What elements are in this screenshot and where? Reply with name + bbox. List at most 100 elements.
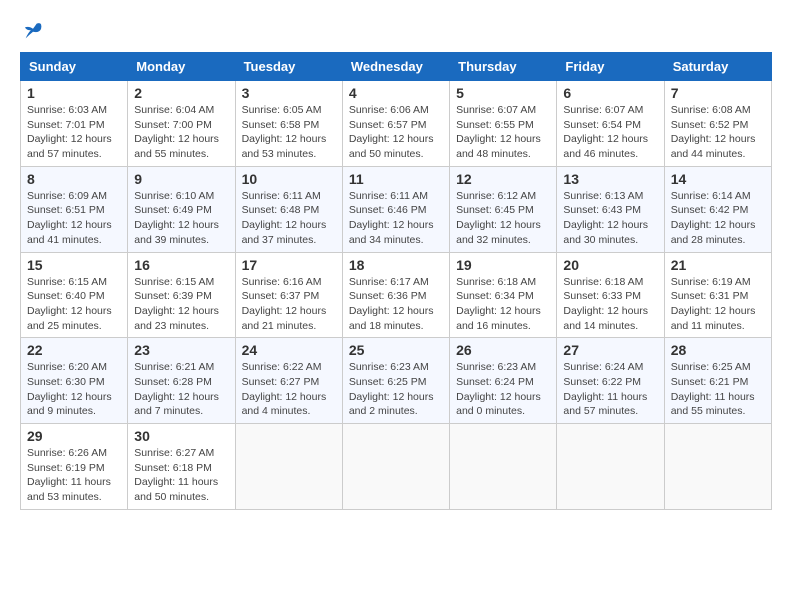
sunset-text: Sunset: 6:34 PM xyxy=(456,290,534,302)
day-header-thursday: Thursday xyxy=(450,53,557,81)
sunrise-text: Sunrise: 6:06 AM xyxy=(349,104,429,116)
sunset-text: Sunset: 6:39 PM xyxy=(134,290,212,302)
calendar-week-row: 29 Sunrise: 6:26 AM Sunset: 6:19 PM Dayl… xyxy=(21,424,772,510)
day-number: 22 xyxy=(27,342,121,358)
day-number: 6 xyxy=(563,85,657,101)
day-info: Sunrise: 6:25 AM Sunset: 6:21 PM Dayligh… xyxy=(671,360,765,419)
calendar-cell: 15 Sunrise: 6:15 AM Sunset: 6:40 PM Dayl… xyxy=(21,252,128,338)
sunset-text: Sunset: 7:01 PM xyxy=(27,119,105,131)
sunrise-text: Sunrise: 6:11 AM xyxy=(242,190,321,202)
calendar-body: 1 Sunrise: 6:03 AM Sunset: 7:01 PM Dayli… xyxy=(21,81,772,510)
calendar-cell: 7 Sunrise: 6:08 AM Sunset: 6:52 PM Dayli… xyxy=(664,81,771,167)
day-info: Sunrise: 6:24 AM Sunset: 6:22 PM Dayligh… xyxy=(563,360,657,419)
day-info: Sunrise: 6:15 AM Sunset: 6:40 PM Dayligh… xyxy=(27,275,121,334)
sunrise-text: Sunrise: 6:24 AM xyxy=(563,361,643,373)
calendar-header-row: SundayMondayTuesdayWednesdayThursdayFrid… xyxy=(21,53,772,81)
sunrise-text: Sunrise: 6:07 AM xyxy=(456,104,536,116)
daylight-text: Daylight: 12 hours and 11 minutes. xyxy=(671,305,756,332)
daylight-text: Daylight: 12 hours and 30 minutes. xyxy=(563,219,648,246)
daylight-text: Daylight: 12 hours and 21 minutes. xyxy=(242,305,327,332)
sunrise-text: Sunrise: 6:15 AM xyxy=(27,276,107,288)
daylight-text: Daylight: 12 hours and 0 minutes. xyxy=(456,391,541,418)
daylight-text: Daylight: 11 hours and 55 minutes. xyxy=(671,391,755,418)
sunrise-text: Sunrise: 6:22 AM xyxy=(242,361,322,373)
calendar-cell: 27 Sunrise: 6:24 AM Sunset: 6:22 PM Dayl… xyxy=(557,338,664,424)
sunset-text: Sunset: 6:48 PM xyxy=(242,204,320,216)
day-number: 11 xyxy=(349,171,443,187)
day-number: 4 xyxy=(349,85,443,101)
sunset-text: Sunset: 6:37 PM xyxy=(242,290,320,302)
sunset-text: Sunset: 6:19 PM xyxy=(27,462,105,474)
calendar-cell xyxy=(664,424,771,510)
day-info: Sunrise: 6:05 AM Sunset: 6:58 PM Dayligh… xyxy=(242,103,336,162)
calendar-cell: 19 Sunrise: 6:18 AM Sunset: 6:34 PM Dayl… xyxy=(450,252,557,338)
calendar-cell: 29 Sunrise: 6:26 AM Sunset: 6:19 PM Dayl… xyxy=(21,424,128,510)
sunrise-text: Sunrise: 6:12 AM xyxy=(456,190,536,202)
daylight-text: Daylight: 12 hours and 9 minutes. xyxy=(27,391,112,418)
day-info: Sunrise: 6:13 AM Sunset: 6:43 PM Dayligh… xyxy=(563,189,657,248)
sunset-text: Sunset: 6:46 PM xyxy=(349,204,427,216)
sunrise-text: Sunrise: 6:16 AM xyxy=(242,276,322,288)
sunset-text: Sunset: 6:36 PM xyxy=(349,290,427,302)
day-info: Sunrise: 6:12 AM Sunset: 6:45 PM Dayligh… xyxy=(456,189,550,248)
calendar-cell: 10 Sunrise: 6:11 AM Sunset: 6:48 PM Dayl… xyxy=(235,166,342,252)
day-info: Sunrise: 6:06 AM Sunset: 6:57 PM Dayligh… xyxy=(349,103,443,162)
sunrise-text: Sunrise: 6:10 AM xyxy=(134,190,214,202)
page-header xyxy=(20,20,772,42)
sunrise-text: Sunrise: 6:04 AM xyxy=(134,104,214,116)
sunrise-text: Sunrise: 6:15 AM xyxy=(134,276,214,288)
sunset-text: Sunset: 6:51 PM xyxy=(27,204,105,216)
calendar-cell: 25 Sunrise: 6:23 AM Sunset: 6:25 PM Dayl… xyxy=(342,338,449,424)
day-number: 10 xyxy=(242,171,336,187)
sunset-text: Sunset: 6:43 PM xyxy=(563,204,641,216)
sunset-text: Sunset: 6:52 PM xyxy=(671,119,749,131)
sunset-text: Sunset: 6:40 PM xyxy=(27,290,105,302)
daylight-text: Daylight: 12 hours and 18 minutes. xyxy=(349,305,434,332)
day-info: Sunrise: 6:08 AM Sunset: 6:52 PM Dayligh… xyxy=(671,103,765,162)
sunset-text: Sunset: 6:31 PM xyxy=(671,290,749,302)
day-header-wednesday: Wednesday xyxy=(342,53,449,81)
day-number: 5 xyxy=(456,85,550,101)
calendar-cell: 18 Sunrise: 6:17 AM Sunset: 6:36 PM Dayl… xyxy=(342,252,449,338)
day-info: Sunrise: 6:27 AM Sunset: 6:18 PM Dayligh… xyxy=(134,446,228,505)
calendar-cell: 2 Sunrise: 6:04 AM Sunset: 7:00 PM Dayli… xyxy=(128,81,235,167)
sunset-text: Sunset: 6:33 PM xyxy=(563,290,641,302)
calendar-cell: 3 Sunrise: 6:05 AM Sunset: 6:58 PM Dayli… xyxy=(235,81,342,167)
daylight-text: Daylight: 12 hours and 23 minutes. xyxy=(134,305,219,332)
day-number: 2 xyxy=(134,85,228,101)
sunrise-text: Sunrise: 6:05 AM xyxy=(242,104,322,116)
day-number: 16 xyxy=(134,257,228,273)
day-info: Sunrise: 6:03 AM Sunset: 7:01 PM Dayligh… xyxy=(27,103,121,162)
day-info: Sunrise: 6:14 AM Sunset: 6:42 PM Dayligh… xyxy=(671,189,765,248)
sunset-text: Sunset: 6:54 PM xyxy=(563,119,641,131)
day-number: 18 xyxy=(349,257,443,273)
sunset-text: Sunset: 6:30 PM xyxy=(27,376,105,388)
daylight-text: Daylight: 12 hours and 16 minutes. xyxy=(456,305,541,332)
sunrise-text: Sunrise: 6:09 AM xyxy=(27,190,107,202)
day-number: 1 xyxy=(27,85,121,101)
daylight-text: Daylight: 12 hours and 48 minutes. xyxy=(456,133,541,160)
day-header-monday: Monday xyxy=(128,53,235,81)
daylight-text: Daylight: 12 hours and 57 minutes. xyxy=(27,133,112,160)
day-number: 24 xyxy=(242,342,336,358)
sunset-text: Sunset: 6:28 PM xyxy=(134,376,212,388)
day-info: Sunrise: 6:04 AM Sunset: 7:00 PM Dayligh… xyxy=(134,103,228,162)
day-info: Sunrise: 6:20 AM Sunset: 6:30 PM Dayligh… xyxy=(27,360,121,419)
day-number: 12 xyxy=(456,171,550,187)
day-info: Sunrise: 6:23 AM Sunset: 6:24 PM Dayligh… xyxy=(456,360,550,419)
day-header-saturday: Saturday xyxy=(664,53,771,81)
sunset-text: Sunset: 6:27 PM xyxy=(242,376,320,388)
calendar-week-row: 1 Sunrise: 6:03 AM Sunset: 7:01 PM Dayli… xyxy=(21,81,772,167)
day-info: Sunrise: 6:15 AM Sunset: 6:39 PM Dayligh… xyxy=(134,275,228,334)
calendar-cell: 4 Sunrise: 6:06 AM Sunset: 6:57 PM Dayli… xyxy=(342,81,449,167)
sunset-text: Sunset: 6:57 PM xyxy=(349,119,427,131)
day-info: Sunrise: 6:07 AM Sunset: 6:54 PM Dayligh… xyxy=(563,103,657,162)
day-info: Sunrise: 6:18 AM Sunset: 6:33 PM Dayligh… xyxy=(563,275,657,334)
logo xyxy=(20,20,44,42)
daylight-text: Daylight: 12 hours and 37 minutes. xyxy=(242,219,327,246)
logo-bird-icon xyxy=(22,20,44,42)
sunrise-text: Sunrise: 6:23 AM xyxy=(456,361,536,373)
sunrise-text: Sunrise: 6:19 AM xyxy=(671,276,751,288)
day-info: Sunrise: 6:11 AM Sunset: 6:48 PM Dayligh… xyxy=(242,189,336,248)
sunset-text: Sunset: 6:24 PM xyxy=(456,376,534,388)
